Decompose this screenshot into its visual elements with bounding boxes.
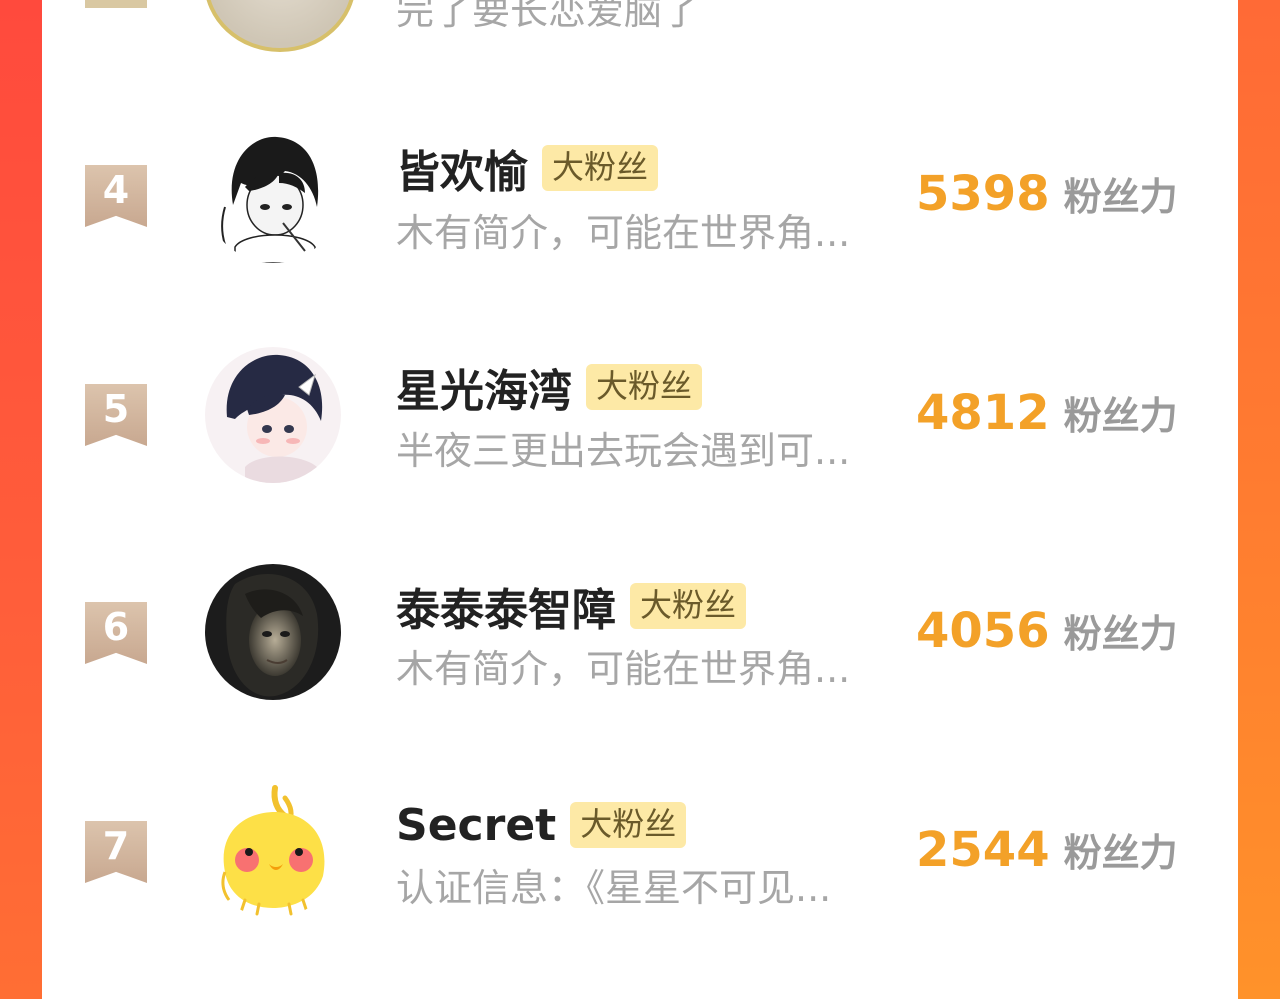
score-unit: 粉丝力	[1063, 394, 1178, 438]
score-value: 4812	[916, 385, 1050, 441]
fan-badge: 大粉丝	[570, 802, 687, 848]
rank-flag-partial	[85, 0, 147, 8]
user-name[interactable]: 星光海湾	[396, 355, 572, 419]
user-name[interactable]: 皆欢愉	[396, 136, 528, 200]
dark-portrait-avatar-icon	[205, 564, 341, 700]
fan-power-score: 4056 粉丝力	[916, 603, 1178, 659]
fan-power-score: 2544 粉丝力	[916, 822, 1178, 878]
user-bio: 木有简介，可能在世界角...	[396, 211, 851, 255]
user-name[interactable]: Secret	[396, 800, 556, 851]
score-unit: 粉丝力	[1063, 612, 1178, 656]
user-avatar[interactable]	[205, 564, 341, 700]
fan-badge: 大粉丝	[542, 145, 659, 191]
background-right-edge	[1238, 0, 1280, 999]
anime-boy-avatar-icon	[205, 347, 341, 483]
user-bio: 半夜三更出去玩会遇到可...	[396, 429, 851, 473]
anime-girl-avatar-icon	[205, 127, 341, 263]
fan-power-score: 4812 粉丝力	[916, 385, 1178, 441]
user-name[interactable]: 泰泰泰智障	[396, 574, 616, 638]
background-left-edge	[0, 0, 42, 999]
score-value: 4056	[916, 603, 1050, 659]
user-bio: 认证信息：《星星不可见...	[396, 866, 832, 910]
score-value: 2544	[916, 822, 1050, 878]
fan-power-score: 5398 粉丝力	[916, 166, 1178, 222]
yellow-bird-avatar-icon	[205, 782, 341, 918]
name-row: 星光海湾 大粉丝	[396, 361, 703, 417]
user-avatar[interactable]	[205, 127, 341, 263]
name-row: 泰泰泰智障 大粉丝	[396, 580, 747, 636]
user-bio: 木有简介，可能在世界角...	[396, 647, 851, 691]
fan-badge: 大粉丝	[630, 583, 747, 629]
fan-badge: 大粉丝	[586, 364, 703, 410]
user-avatar[interactable]	[205, 782, 341, 918]
name-row: Secret 大粉丝	[396, 799, 687, 851]
score-unit: 粉丝力	[1063, 831, 1178, 875]
score-value: 5398	[916, 166, 1050, 222]
user-avatar[interactable]	[205, 347, 341, 483]
name-row: 皆欢愉 大粉丝	[396, 142, 659, 198]
bio-partial: 完了要长恋爱脑了	[396, 0, 701, 33]
score-unit: 粉丝力	[1063, 175, 1178, 219]
